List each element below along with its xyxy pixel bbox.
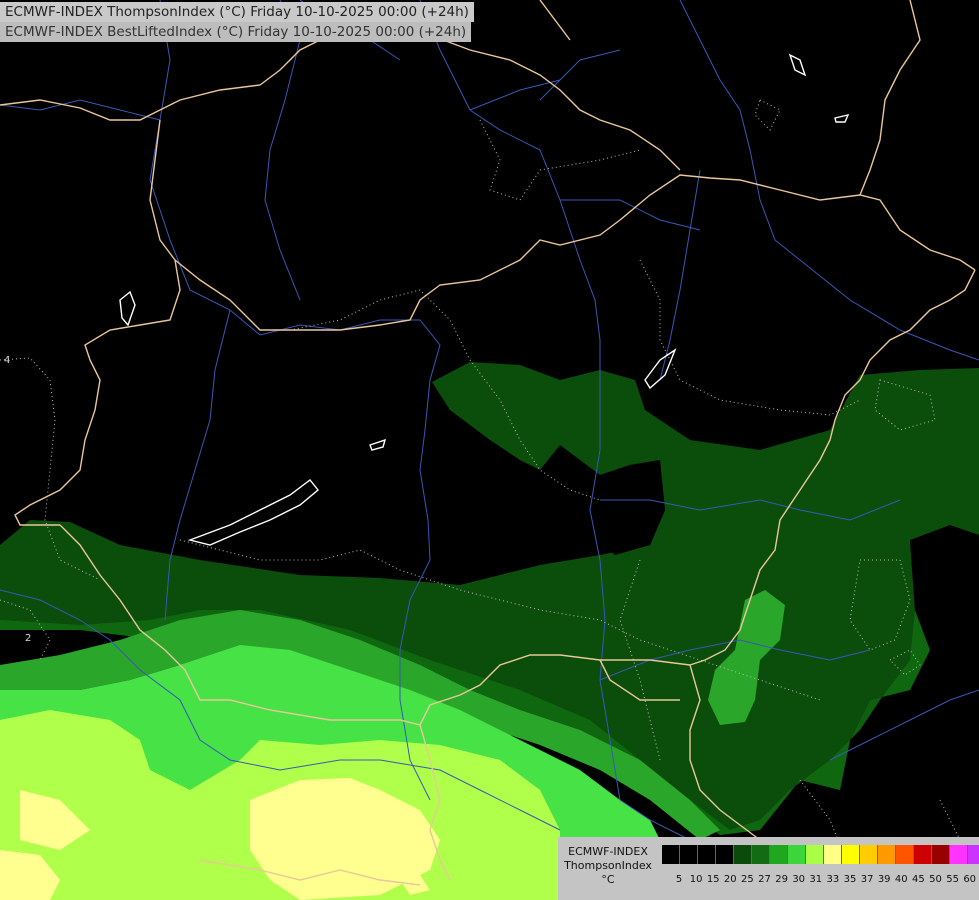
legend-swatch bbox=[752, 845, 770, 864]
legend-tick-label: 10 bbox=[689, 874, 703, 885]
legend-tick-label: 27 bbox=[758, 874, 771, 885]
legend-swatch bbox=[878, 845, 896, 864]
header-line-1: ECMWF-INDEX ThompsonIndex (°C) Friday 10… bbox=[0, 2, 474, 22]
legend-tick-label: 45 bbox=[912, 874, 925, 885]
contour-label-4: 4 bbox=[4, 355, 11, 366]
legend-swatch bbox=[806, 845, 824, 864]
legend-tick-label: 20 bbox=[723, 874, 737, 885]
legend-tick-label: 37 bbox=[860, 874, 874, 885]
legend-swatches bbox=[662, 845, 979, 864]
contour-label-2: 2 bbox=[25, 633, 32, 644]
legend-swatch bbox=[788, 845, 806, 864]
legend-swatch bbox=[914, 845, 932, 864]
legend-swatch bbox=[824, 845, 842, 864]
legend-tick-label: 31 bbox=[809, 874, 823, 885]
lake-balaton bbox=[187, 479, 319, 546]
legend-tick-label: 35 bbox=[843, 874, 857, 885]
legend-swatch bbox=[896, 845, 914, 864]
legend-swatch bbox=[734, 845, 752, 864]
legend-tick-label: 5 bbox=[675, 874, 683, 885]
legend-model: ECMWF-INDEX bbox=[568, 845, 648, 858]
legend-unit: °C bbox=[601, 873, 615, 886]
legend-tick-label: 60 bbox=[963, 874, 977, 885]
legend-swatch bbox=[680, 845, 698, 864]
legend-swatch bbox=[662, 845, 680, 864]
header-line-2: ECMWF-INDEX BestLiftedIndex (°C) Friday … bbox=[0, 22, 472, 42]
legend-title: ECMWF-INDEX ThompsonIndex °C bbox=[558, 837, 658, 900]
legend-swatch bbox=[860, 845, 878, 864]
legend-swatch bbox=[950, 845, 968, 864]
legend-swatch bbox=[716, 845, 734, 864]
legend-swatch bbox=[770, 845, 788, 864]
legend-tick-label: 30 bbox=[792, 874, 806, 885]
color-legend: ECMWF-INDEX ThompsonIndex °C 5 10 15 20 25 27… bbox=[558, 837, 979, 900]
legend-swatch bbox=[842, 845, 860, 864]
legend-swatch bbox=[968, 845, 979, 864]
legend-tick-label: 29 bbox=[775, 874, 788, 885]
thompson-index-fill bbox=[0, 362, 979, 900]
legend-tick-label: 15 bbox=[706, 874, 720, 885]
legend-parameter: ThompsonIndex bbox=[564, 859, 652, 872]
weather-map: 4 2 ECMWF-INDEX ThompsonIndex (°C) Frida… bbox=[0, 0, 979, 900]
legend-tick-label: 39 bbox=[877, 874, 891, 885]
legend-tick-label: 33 bbox=[826, 874, 840, 885]
map-canvas bbox=[0, 0, 979, 900]
legend-tick-label: 40 bbox=[894, 874, 908, 885]
legend-tick-label: 50 bbox=[929, 874, 942, 885]
legend-swatch bbox=[698, 845, 716, 864]
legend-tick-label: 25 bbox=[741, 874, 754, 885]
legend-swatch bbox=[932, 845, 950, 864]
legend-tick-label: 55 bbox=[946, 874, 959, 885]
